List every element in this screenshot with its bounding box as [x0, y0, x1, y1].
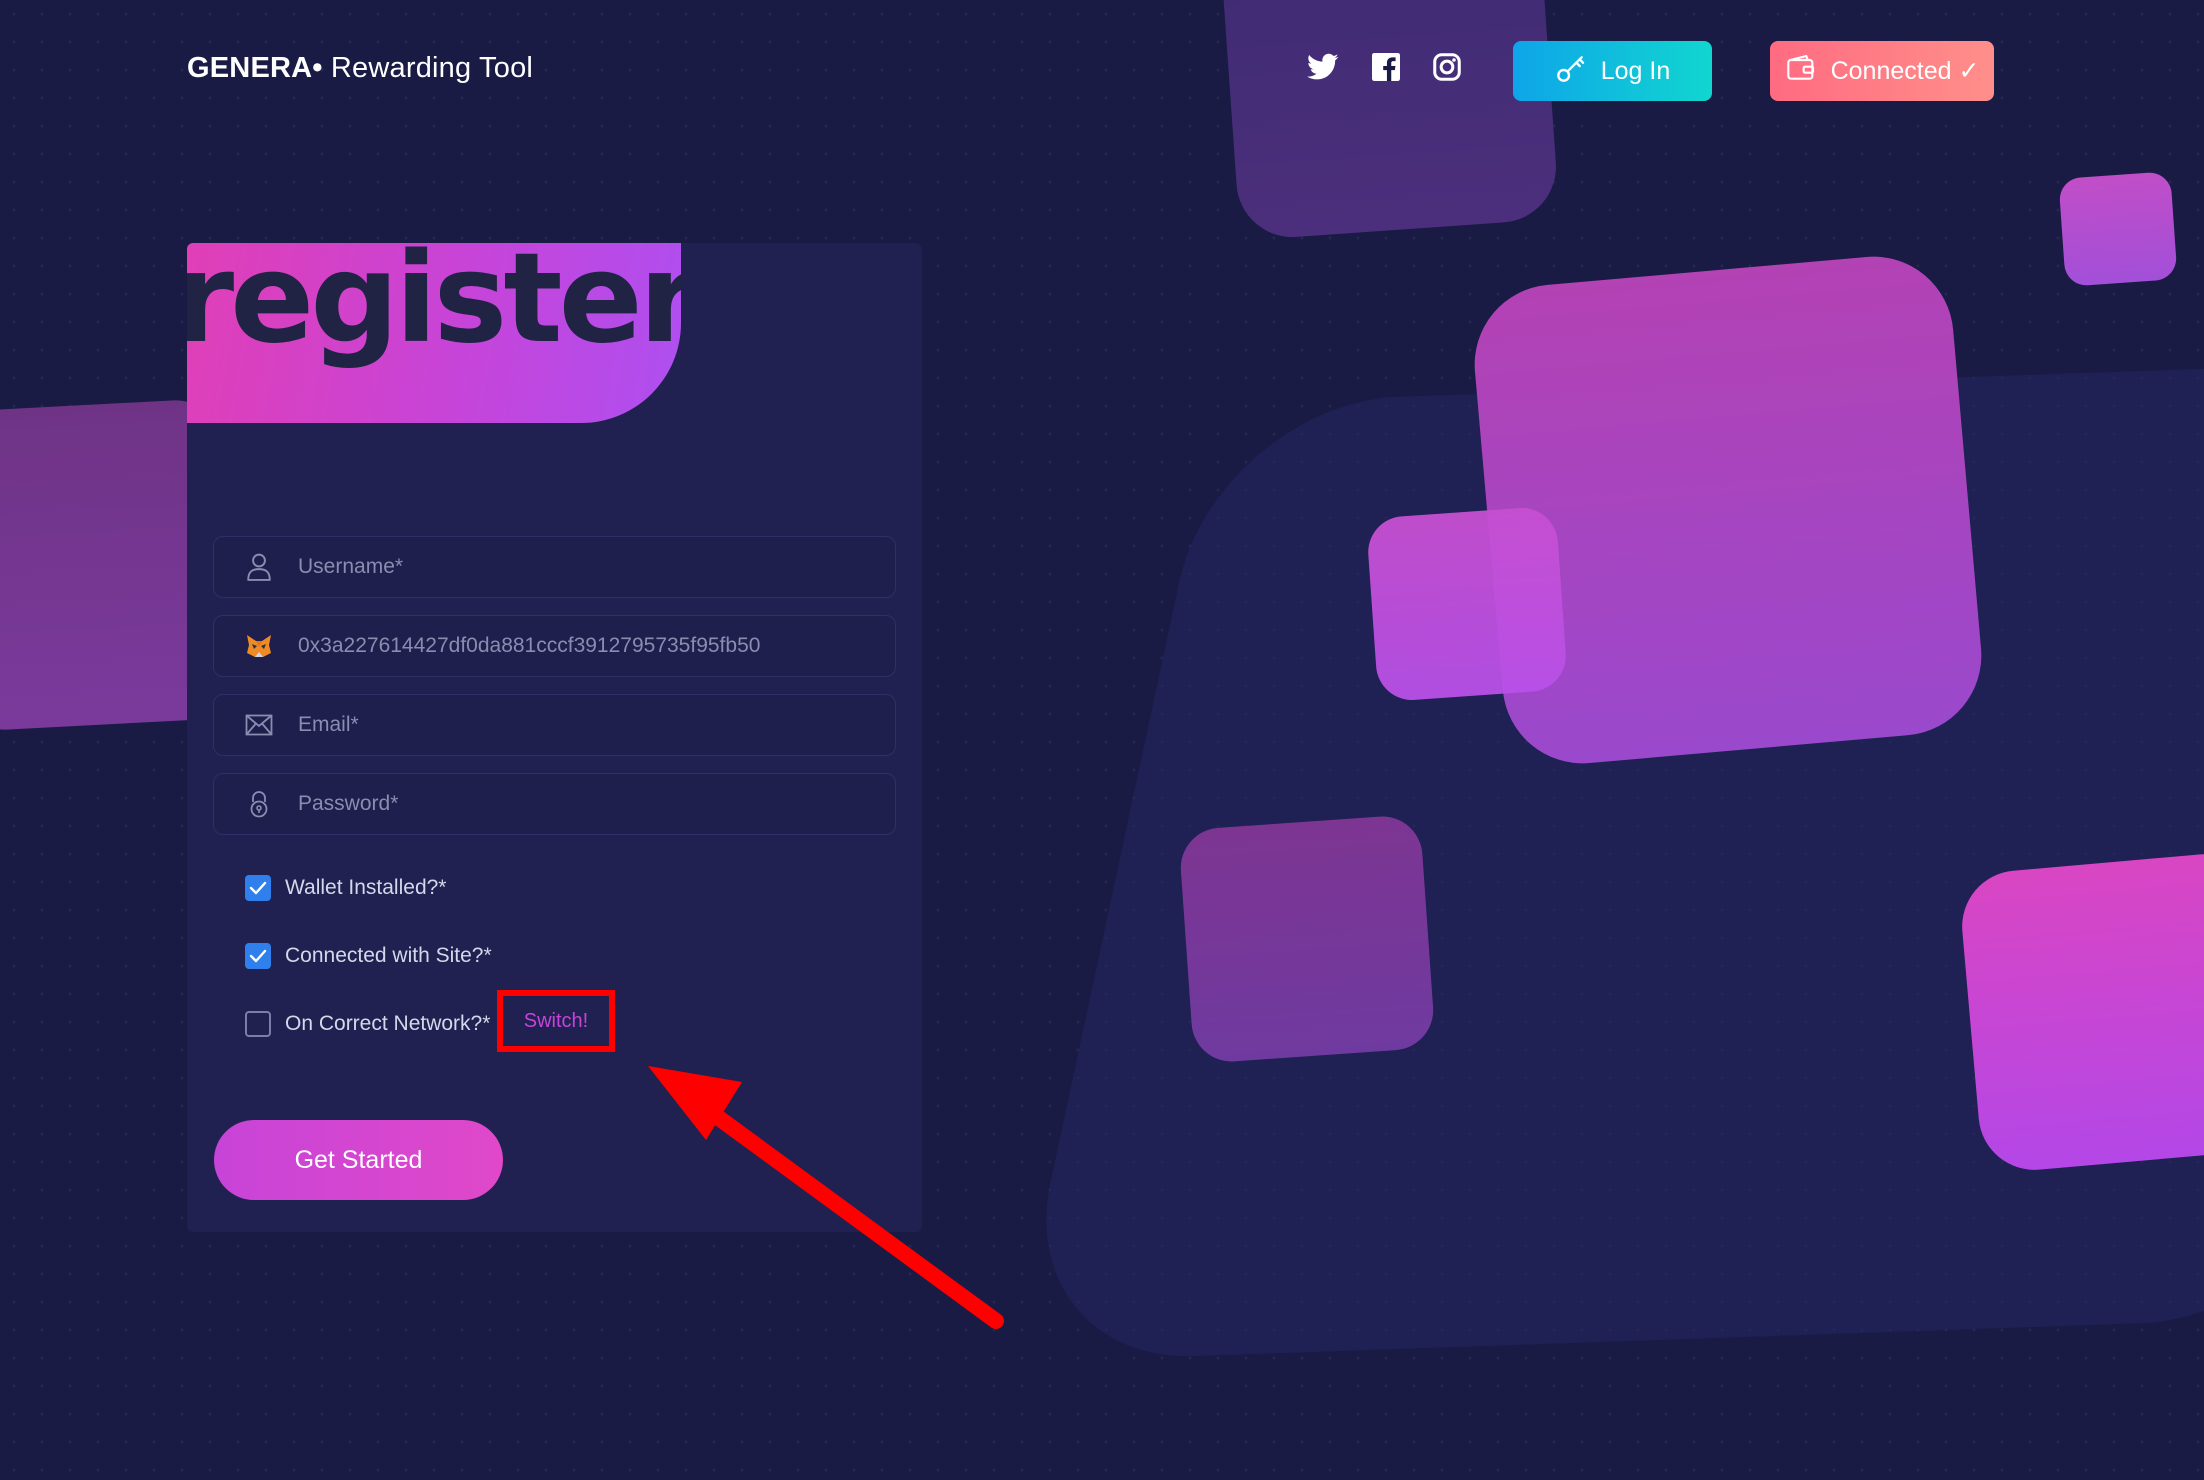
annotation-arrow	[648, 1066, 1004, 1329]
